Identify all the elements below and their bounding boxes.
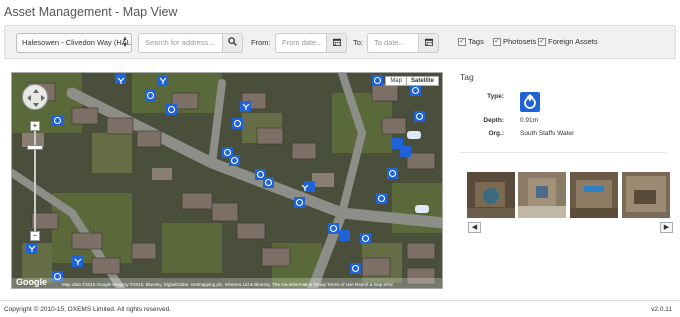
- tag-pin[interactable]: [339, 230, 350, 241]
- depth-value: 0.91m: [520, 117, 539, 124]
- tag-pin[interactable]: [294, 197, 305, 208]
- tag-pin[interactable]: [166, 104, 177, 115]
- map-attribution[interactable]: Map data ©2015 Google Imagery ©2015, Blu…: [62, 282, 393, 287]
- from-label: From:: [251, 38, 271, 47]
- to-label: To:: [353, 38, 364, 47]
- zoom-in-button[interactable]: +: [30, 121, 40, 131]
- tags-checkbox[interactable]: ✓ Tags: [458, 37, 484, 46]
- pan-control[interactable]: [22, 84, 48, 110]
- tag-pin[interactable]: [350, 263, 361, 274]
- location-select[interactable]: Halesowen - Clivedon Way (HAL ▲ ▼: [16, 33, 132, 53]
- zoom-control: + −: [27, 121, 43, 241]
- tag-pin[interactable]: [145, 90, 156, 101]
- tag-pin[interactable]: [376, 193, 387, 204]
- tag-pin[interactable]: [263, 177, 274, 188]
- to-date-picker-button[interactable]: [419, 33, 439, 53]
- zoom-slider-thumb[interactable]: [27, 145, 43, 151]
- zoom-out-button[interactable]: −: [30, 231, 40, 241]
- org-value: South Staffs Water: [520, 130, 575, 137]
- photo-next-button[interactable]: ▶: [660, 222, 673, 233]
- version-text: v2.0.11: [651, 306, 672, 313]
- checkbox-check-icon: ✓: [458, 37, 466, 46]
- photo-thumbnail[interactable]: [622, 172, 670, 218]
- tag-pin[interactable]: [387, 168, 398, 179]
- page-title: Asset Management - Map View: [4, 5, 178, 19]
- photo-thumbnail[interactable]: [518, 172, 566, 218]
- photo-thumbnail[interactable]: [570, 172, 618, 218]
- tags-checkbox-label: Tags: [468, 37, 484, 46]
- map-type-satellite-button[interactable]: Satellite: [405, 77, 438, 85]
- map-type-map-button[interactable]: Map: [386, 77, 406, 85]
- copyright-text: Copyright © 2010-15, OXEMS Limited. All …: [4, 306, 172, 313]
- foreign-assets-checkbox-label: Foreign Assets: [548, 37, 598, 46]
- satellite-imagery: [12, 73, 442, 288]
- photo-thumbnail[interactable]: [467, 172, 515, 218]
- address-search-input[interactable]: Search for address...: [138, 33, 223, 53]
- tag-pin[interactable]: [415, 205, 429, 213]
- photosets-checkbox-label: Photosets: [503, 37, 537, 46]
- to-date-input[interactable]: To date...: [367, 33, 419, 53]
- satellite-map[interactable]: Map Satellite + − Google Map data ©2015 …: [11, 72, 443, 289]
- photosets-checkbox[interactable]: ✓ Photosets: [493, 37, 536, 46]
- tag-pin[interactable]: [372, 75, 383, 86]
- panel-divider: [460, 152, 666, 153]
- search-icon: [228, 37, 237, 46]
- pan-arrows-icon: [27, 89, 45, 107]
- tag-pin[interactable]: [414, 111, 425, 122]
- photo-prev-button[interactable]: ◀: [468, 222, 481, 233]
- tag-pin[interactable]: [232, 118, 243, 129]
- from-date-input[interactable]: From date...: [275, 33, 327, 53]
- foreign-assets-checkbox[interactable]: ✓ Foreign Assets: [538, 37, 598, 46]
- filter-toolbar: Halesowen - Clivedon Way (HAL ▲ ▼ Search …: [4, 25, 676, 59]
- location-select-value: Halesowen - Clivedon Way (HAL: [22, 38, 131, 47]
- google-logo: Google: [16, 277, 47, 287]
- checkbox-check-icon: ✓: [493, 37, 501, 46]
- tag-pin[interactable]: [328, 223, 339, 234]
- search-button[interactable]: [223, 33, 243, 53]
- map-type-toggle: Map Satellite: [385, 76, 439, 86]
- calendar-icon: [424, 38, 433, 46]
- tag-panel-title: Tag: [460, 72, 474, 82]
- tag-pin[interactable]: [400, 146, 411, 157]
- tag-pin[interactable]: [52, 115, 63, 126]
- type-label: Type:: [487, 93, 504, 100]
- tag-pin[interactable]: [229, 155, 240, 166]
- select-caret-icon: ▲ ▼: [122, 36, 128, 49]
- page-footer: Copyright © 2010-15, OXEMS Limited. All …: [0, 300, 680, 317]
- org-label: Org.:: [488, 130, 504, 137]
- tag-detail-panel: Tag Type: Depth: 0.91m Org.: South Staff…: [460, 72, 676, 233]
- tag-pin[interactable]: [360, 233, 371, 244]
- checkbox-check-icon: ✓: [538, 37, 546, 46]
- depth-label: Depth:: [483, 117, 504, 124]
- calendar-icon: [332, 38, 341, 46]
- tag-pin[interactable]: [407, 131, 421, 139]
- tag-pin[interactable]: [410, 85, 421, 96]
- valve-tag-icon: [520, 92, 540, 112]
- from-date-picker-button[interactable]: [327, 33, 347, 53]
- tag-pin[interactable]: [304, 181, 315, 192]
